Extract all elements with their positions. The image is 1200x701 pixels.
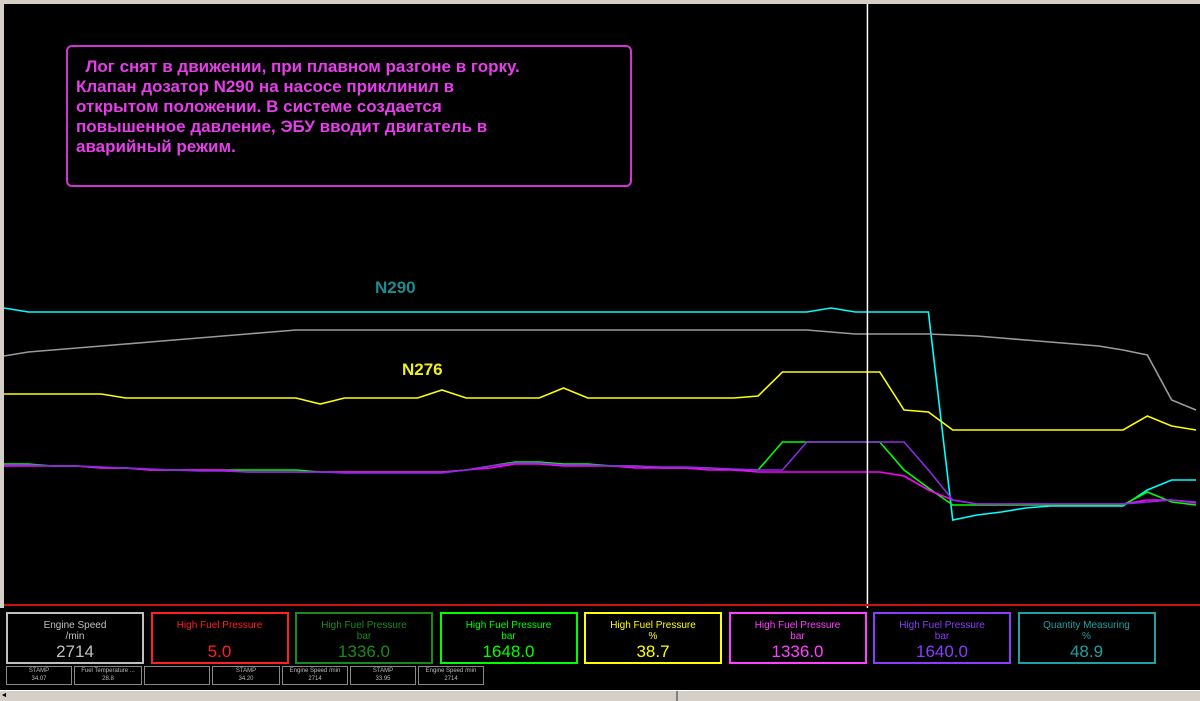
stamp-title: STAMP — [28, 668, 50, 674]
gauge-strip: Engine Speed/min 2714 High Fuel Pressure 5.… — [0, 608, 1200, 700]
annotation-line: аварийный режим. — [76, 137, 236, 156]
stamp-cell[interactable]: STAMP 34.20 — [212, 666, 280, 685]
stamp-cell[interactable]: Engine Speed /min 2714 — [282, 666, 348, 685]
stamp-cell[interactable]: STAMP 33.95 — [350, 666, 416, 685]
gauge-value: 1640.0 — [916, 642, 968, 661]
gauge-unit — [153, 632, 287, 642]
stamp-title: STAMP — [372, 668, 394, 674]
stamp-title: Engine Speed /min — [425, 668, 477, 674]
stamp-value: 28.8 — [102, 676, 114, 682]
gauge-unit: % — [1082, 631, 1091, 642]
gauge-value: 38.7 — [636, 642, 670, 661]
annotation-line: повышенное давление, ЭБУ вводит двигател… — [76, 117, 488, 136]
gauge-title: High Fuel Pressure — [176, 620, 263, 631]
stamp-cell[interactable] — [144, 666, 210, 685]
gauge-value: 5.0 — [207, 642, 232, 661]
gauge-value: 1336.0 — [338, 642, 390, 661]
stamp-value: 2714 — [308, 676, 322, 682]
series-line-5 — [4, 441, 1197, 505]
scroll-left-icon[interactable]: ◄ — [0, 691, 8, 700]
stamp-value: 33.95 — [375, 676, 391, 682]
stamp-value: 34.07 — [31, 676, 47, 682]
stamp-value: 2714 — [444, 676, 458, 682]
horizontal-scrollbar[interactable]: ◄ — [0, 690, 1200, 701]
stamp-title: Engine Speed /min — [289, 668, 341, 674]
gauge-value: 1648.0 — [482, 642, 535, 661]
annotation-line: открытом положении. В системе создается — [76, 97, 442, 116]
gauge-unit: bar — [501, 631, 516, 642]
gauge-value: 1336.0 — [771, 642, 824, 661]
plot-area[interactable]: Лог снят в движении, при плавном разгоне… — [4, 4, 1200, 608]
n290-label: N290 — [375, 278, 416, 297]
stamp-cell[interactable]: STAMP 34.07 — [6, 666, 72, 685]
gauge-value: 2714 — [56, 642, 94, 661]
gauge-value: 48.9 — [1069, 642, 1104, 661]
gauge-unit: bar — [934, 631, 950, 642]
gauge-0[interactable]: Engine Speed/min 2714 — [6, 612, 144, 664]
gauge-unit: /min — [65, 631, 85, 642]
series-line-3 — [4, 441, 1197, 506]
gauge-2[interactable]: High Fuel Pressure bar 1336.0 — [295, 612, 433, 664]
gauge-7[interactable]: Quantity Measuring% 48.9 — [1017, 612, 1156, 664]
gauge-unit: bar — [790, 631, 805, 642]
gauge-1[interactable]: High Fuel Pressure 5.0 — [150, 612, 289, 664]
gauge-4[interactable]: High Fuel Pressure% 38.7 — [584, 612, 722, 664]
series-line-2 — [4, 371, 1197, 431]
n276-label: N276 — [402, 360, 443, 379]
gauge-unit: bar — [356, 631, 372, 642]
annotation-box: Лог снят в движении, при плавном разгоне… — [66, 45, 632, 187]
stamp-strip: STAMP 34.07 Fuel Temperature ... 28.8 STAMP 3… — [0, 666, 1200, 686]
stamp-cell[interactable]: Engine Speed /min 2714 — [418, 666, 484, 685]
stamp-value: 34.20 — [238, 676, 254, 682]
annotation-line: Лог снят в движении, при плавном разгоне… — [76, 57, 520, 76]
gauge-5[interactable]: High Fuel Pressure bar 1336.0 — [728, 612, 867, 664]
stamp-title: STAMP — [235, 668, 257, 674]
gauge-6[interactable]: High Fuel Pressure bar 1640.0 — [873, 612, 1011, 664]
gauge-3[interactable]: High Fuel Pressure bar 1648.0 — [439, 612, 578, 664]
stamp-cell[interactable]: Fuel Temperature ... 28.8 — [74, 666, 142, 685]
stamp-title: Fuel Temperature ... — [81, 668, 135, 674]
gauge-unit: % — [648, 631, 658, 642]
annotation-line: Клапан дозатор N290 на насосе приклинил … — [76, 77, 455, 96]
